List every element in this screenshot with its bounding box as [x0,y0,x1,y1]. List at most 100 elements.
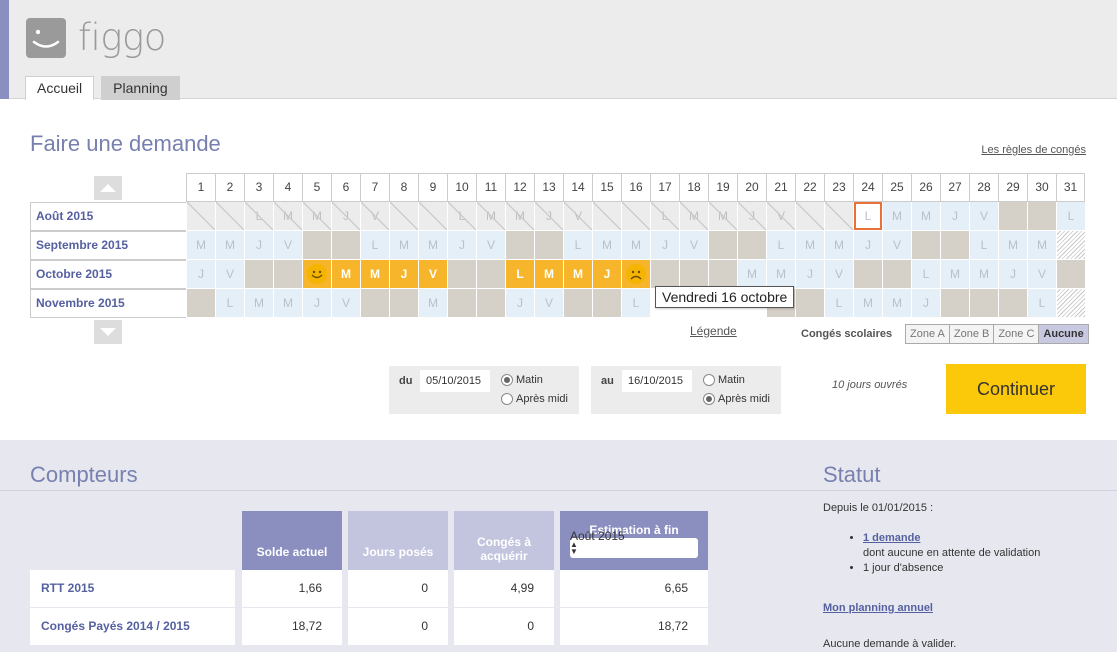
day-cell[interactable]: J [505,289,534,318]
day-cell[interactable]: J [244,231,273,260]
zone-aucune-button[interactable]: Aucune [1039,325,1088,343]
day-cell[interactable]: M [331,260,360,289]
day-cell[interactable] [186,289,215,318]
day-cell[interactable] [592,202,621,231]
day-cell[interactable]: L [853,202,882,231]
day-cell[interactable] [650,260,679,289]
day-cell[interactable]: M [418,231,447,260]
day-cell[interactable] [621,260,650,289]
day-cell[interactable]: M [737,260,766,289]
day-cell[interactable] [563,289,592,318]
start-matin-option[interactable]: Matin [501,374,543,386]
day-cell[interactable] [215,202,244,231]
day-cell[interactable]: M [708,202,737,231]
day-cell[interactable]: L [1056,202,1085,231]
day-cell[interactable]: L [1027,289,1056,318]
day-cell[interactable] [853,260,882,289]
day-cell[interactable] [1056,260,1085,289]
day-cell[interactable] [824,202,853,231]
day-cell[interactable]: J [534,202,563,231]
day-cell[interactable] [1056,289,1085,318]
day-cell[interactable] [940,289,969,318]
day-cell[interactable]: L [505,260,534,289]
day-cell[interactable]: V [882,231,911,260]
day-cell[interactable]: M [273,202,302,231]
day-cell[interactable]: M [795,231,824,260]
day-cell[interactable]: M [1027,231,1056,260]
day-cell[interactable]: J [940,202,969,231]
day-cell[interactable] [737,231,766,260]
day-cell[interactable] [534,231,563,260]
day-cell[interactable]: V [766,202,795,231]
day-cell[interactable]: M [853,289,882,318]
day-cell[interactable] [592,289,621,318]
day-cell[interactable]: L [766,231,795,260]
day-cell[interactable] [476,289,505,318]
day-cell[interactable] [302,260,331,289]
day-cell[interactable]: M [244,289,273,318]
day-cell[interactable]: V [969,202,998,231]
tab-accueil[interactable]: Accueil [25,76,95,100]
end-matin-radio[interactable] [703,374,715,386]
day-cell[interactable]: J [186,260,215,289]
day-cell[interactable]: V [215,260,244,289]
day-cell[interactable]: M [911,202,940,231]
day-cell[interactable]: L [650,202,679,231]
day-cell[interactable]: M [679,202,708,231]
day-cell[interactable]: L [244,202,273,231]
day-cell[interactable]: M [882,202,911,231]
day-cell[interactable]: J [853,231,882,260]
day-cell[interactable] [708,231,737,260]
day-cell[interactable]: L [447,202,476,231]
continuer-button[interactable]: Continuer [946,364,1086,414]
day-cell[interactable]: J [331,202,360,231]
day-cell[interactable]: V [476,231,505,260]
logo[interactable]: figgo [26,16,166,59]
zone-b-button[interactable]: Zone B [949,325,995,343]
prev-months-button[interactable] [94,176,122,200]
day-cell[interactable] [998,202,1027,231]
estimation-month-select[interactable]: Août 2015 ▲ ▼ [570,529,698,558]
day-cell[interactable] [476,260,505,289]
day-cell[interactable] [708,260,737,289]
day-cell[interactable]: V [679,231,708,260]
day-cell[interactable]: M [505,202,534,231]
next-months-button[interactable] [94,320,122,344]
end-apresmidi-option[interactable]: Après midi [703,393,770,405]
day-cell[interactable]: L [911,260,940,289]
day-cell[interactable]: M [302,202,331,231]
day-cell[interactable]: M [534,260,563,289]
day-cell[interactable] [389,202,418,231]
day-cell[interactable] [969,289,998,318]
day-cell[interactable]: M [998,231,1027,260]
end-apresmidi-radio[interactable] [703,393,715,405]
day-cell[interactable] [360,289,389,318]
day-cell[interactable]: J [911,289,940,318]
day-cell[interactable]: L [215,289,244,318]
day-cell[interactable] [273,260,302,289]
start-matin-radio[interactable] [501,374,513,386]
day-cell[interactable] [389,289,418,318]
day-cell[interactable]: J [795,260,824,289]
day-cell[interactable]: V [534,289,563,318]
day-cell[interactable]: J [592,260,621,289]
regles-conges-link[interactable]: Les règles de congés [981,144,1086,156]
zone-c-button[interactable]: Zone C [994,325,1040,343]
planning-annuel-link[interactable]: Mon planning annuel [823,602,933,614]
day-cell[interactable]: J [447,231,476,260]
day-cell[interactable]: M [418,289,447,318]
day-cell[interactable] [302,231,331,260]
day-cell[interactable] [911,231,940,260]
day-cell[interactable] [795,202,824,231]
day-cell[interactable]: M [940,260,969,289]
day-cell[interactable]: M [563,260,592,289]
end-date-input[interactable]: 16/10/2015 [622,370,692,392]
day-cell[interactable]: V [418,260,447,289]
day-cell[interactable]: J [389,260,418,289]
day-cell[interactable]: M [824,231,853,260]
day-cell[interactable]: V [331,289,360,318]
day-cell[interactable]: V [1027,260,1056,289]
day-cell[interactable] [331,231,360,260]
day-cell[interactable]: L [621,289,650,318]
day-cell[interactable]: M [592,231,621,260]
